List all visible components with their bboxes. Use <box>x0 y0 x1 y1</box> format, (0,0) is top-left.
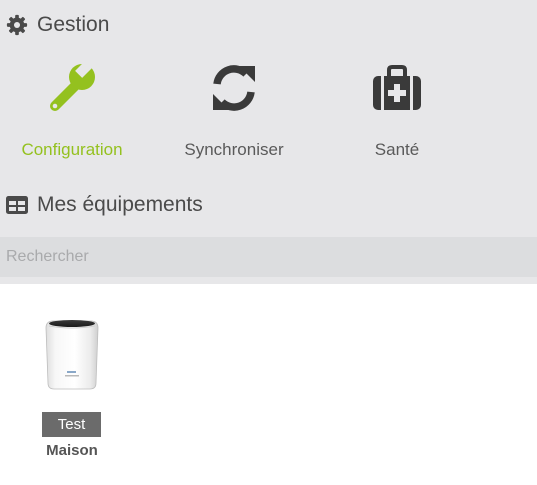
search-input[interactable] <box>0 237 537 277</box>
gestion-title: Gestion <box>37 13 110 36</box>
equipements-header: Mes équipements <box>6 193 203 217</box>
management-panel: Gestion Configuration Synchroniser Santé… <box>0 0 537 284</box>
sante-label: Santé <box>374 140 420 159</box>
table-icon <box>6 196 28 214</box>
configuration-button[interactable]: Configuration <box>2 57 142 170</box>
synchroniser-button[interactable]: Synchroniser <box>164 60 304 170</box>
sante-button[interactable]: Santé <box>327 60 467 170</box>
equipements-title: Mes équipements <box>37 193 203 216</box>
synchroniser-label: Synchroniser <box>184 140 284 159</box>
device-box-image <box>45 320 99 390</box>
wrench-icon <box>46 57 98 120</box>
device-name: Test <box>42 412 101 437</box>
gear-icon <box>6 14 28 36</box>
device-card-test[interactable]: Test Maison <box>40 316 104 459</box>
medical-kit-icon <box>372 64 422 116</box>
device-room: Maison <box>46 442 98 459</box>
search-bar <box>0 237 537 277</box>
configuration-label: Configuration <box>21 140 123 159</box>
sync-icon <box>208 62 260 119</box>
gestion-header: Gestion <box>6 13 109 37</box>
